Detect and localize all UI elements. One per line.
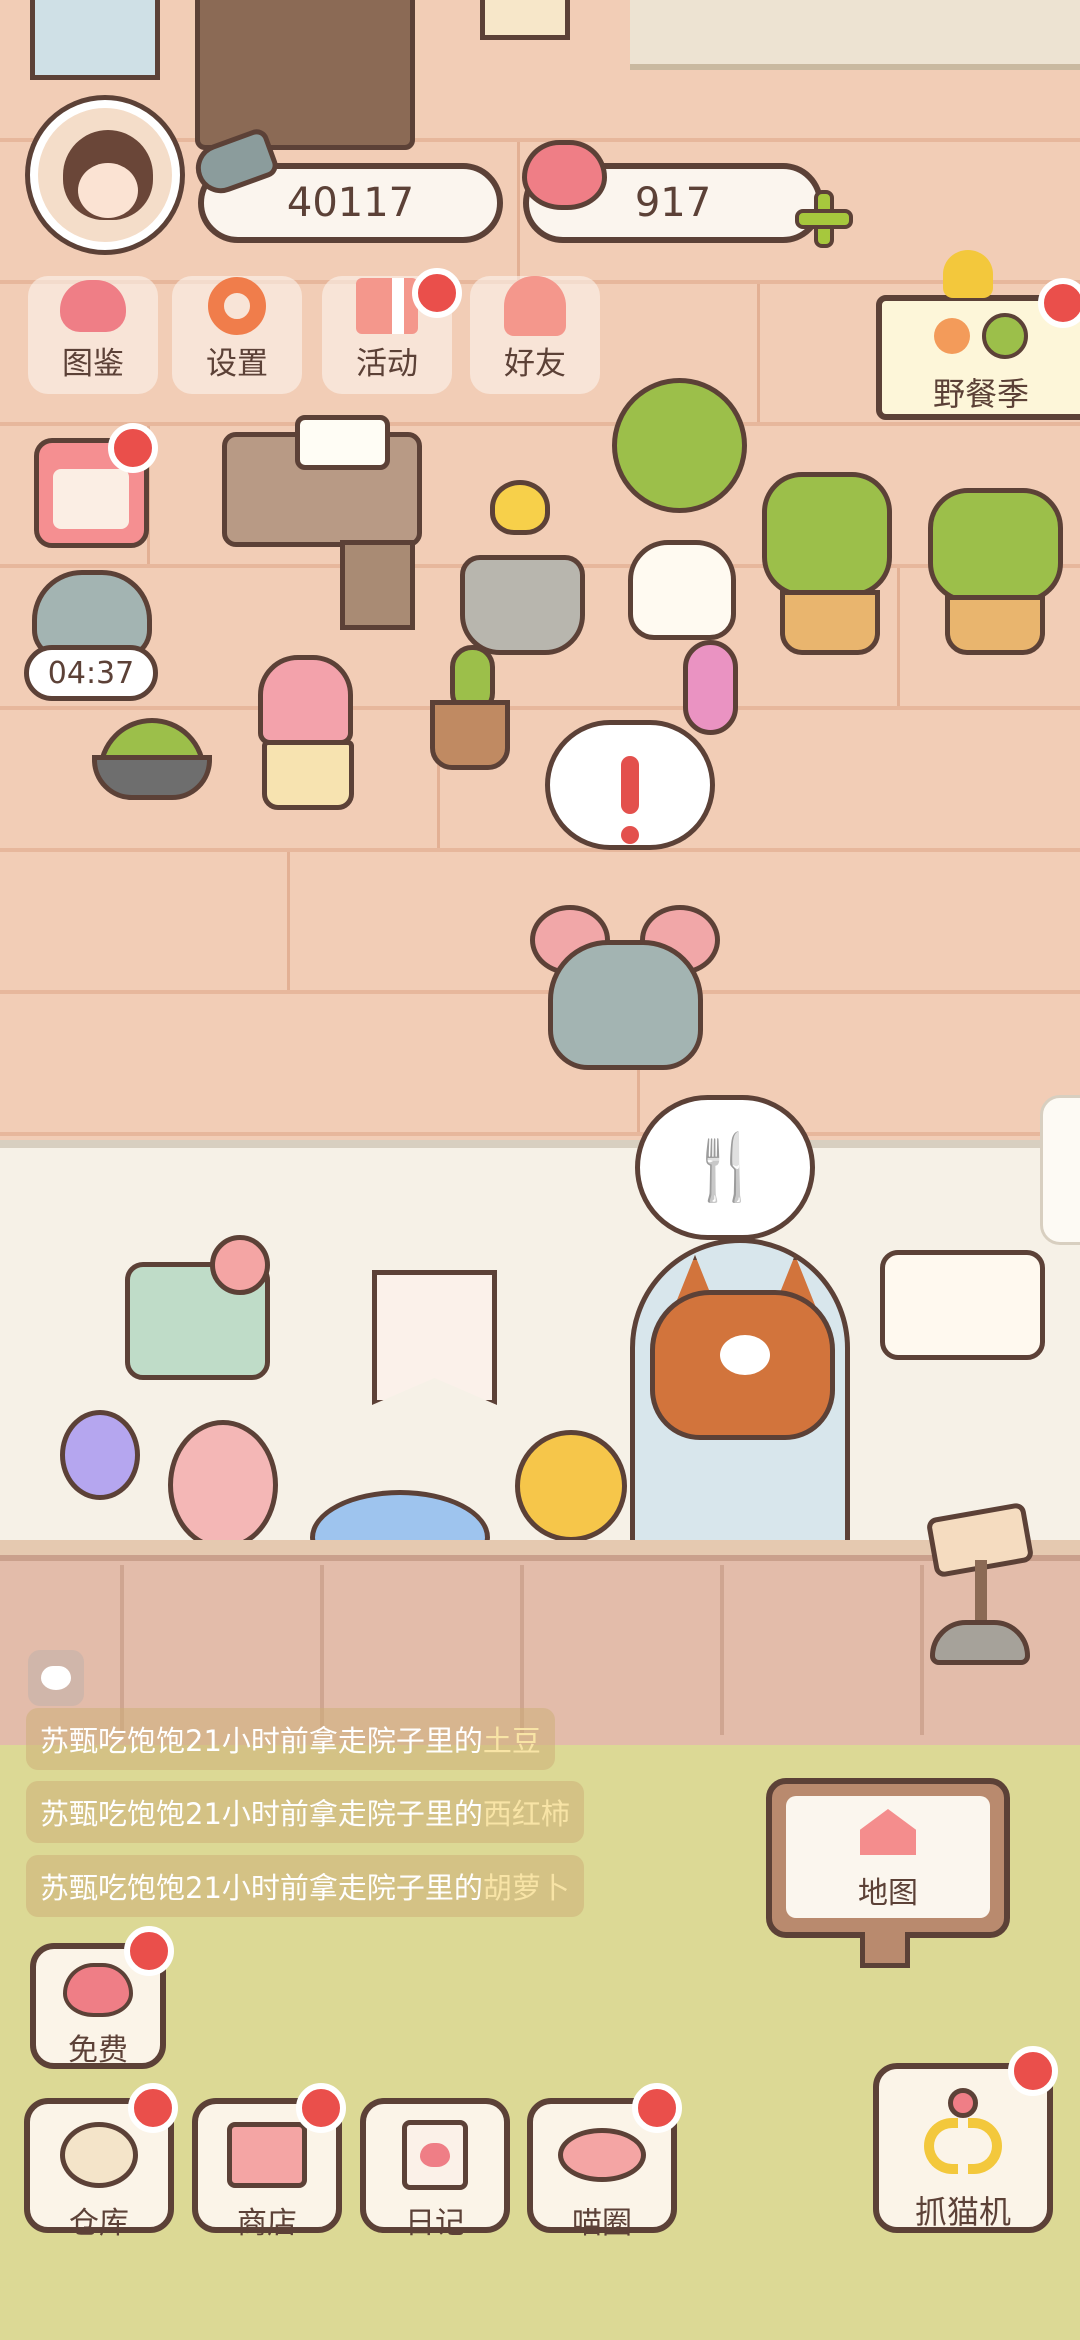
- collection-label: 图鉴: [62, 346, 124, 382]
- sunflower: [515, 1430, 627, 1542]
- violet-flowers: [60, 1410, 140, 1500]
- shop-label: 商店: [237, 2206, 297, 2241]
- claw-icon: [879, 2083, 1047, 2183]
- friends-button[interactable]: 好友: [470, 276, 600, 394]
- feed-message: 苏甄吃饱饱21小时前拿走院子里的 西红柿: [26, 1781, 584, 1843]
- feed-text: 苏甄吃饱饱21小时前拿走院子里的: [40, 1871, 483, 1905]
- friends-label: 好友: [504, 346, 566, 382]
- leaf-ornament: [943, 250, 993, 298]
- claw-badge: [1008, 2046, 1058, 2096]
- events-badge: [412, 268, 462, 318]
- heart-amount: 917: [634, 180, 712, 226]
- mouse-timer: 04:37: [24, 645, 158, 701]
- window-ledge: [630, 0, 1080, 70]
- heart-face-icon: [522, 140, 607, 210]
- clay-pot: [430, 700, 510, 770]
- feed-message: 苏甄吃饱饱21小时前拿走院子里的 土豆: [26, 1708, 555, 1770]
- hyacinth-flower: [258, 655, 353, 745]
- player-avatar[interactable]: [30, 100, 180, 250]
- feed-text: 苏甄吃饱饱21小时前拿走院子里的: [40, 1724, 483, 1758]
- cat-muzzle: [720, 1335, 770, 1375]
- fence-post: [920, 1565, 924, 1735]
- bunny-topiary: [762, 472, 892, 597]
- cat-circle-badge: [632, 2083, 682, 2133]
- house-icon: [786, 1796, 990, 1868]
- picture-frame: [480, 0, 570, 40]
- feed-item: 西红柿: [482, 1797, 570, 1831]
- storage-badge: [128, 2083, 178, 2133]
- feed-item: 土豆: [482, 1724, 541, 1758]
- side-panel-tab[interactable]: [1040, 1095, 1080, 1245]
- cat-book-icon: [55, 276, 131, 336]
- picnic-badge: [1038, 278, 1080, 328]
- settings-label: 设置: [206, 346, 268, 382]
- picnic-label: 野餐季: [932, 375, 1029, 413]
- shop-badge: [296, 2083, 346, 2133]
- map-button[interactable]: 地图: [766, 1778, 1010, 1938]
- feed-toggle-button[interactable]: [28, 1650, 84, 1706]
- pencil-icon: [53, 469, 129, 529]
- feed-message: 苏甄吃饱饱21小时前拿走院子里的 胡萝卜: [26, 1855, 584, 1917]
- feed-text: 苏甄吃饱饱21小时前拿走院子里的: [40, 1797, 483, 1831]
- pink-flower: [210, 1235, 270, 1295]
- floor-seam: [0, 852, 290, 990]
- topiary-tree: [612, 378, 747, 513]
- floor-seam: [0, 994, 640, 1132]
- free-label: 免费: [68, 2033, 128, 2068]
- events-label: 活动: [356, 346, 418, 382]
- friends-icon: [497, 276, 573, 336]
- floor-seam: [0, 710, 440, 848]
- claw-label: 抓猫机: [914, 2193, 1011, 2231]
- avatar-face: [78, 163, 138, 218]
- rock: [930, 1620, 1030, 1665]
- wicker-basket: [262, 740, 354, 810]
- gear-icon: [199, 276, 275, 336]
- white-planter: [295, 415, 390, 470]
- settings-button[interactable]: 设置: [172, 276, 302, 394]
- terracotta-pot: [945, 595, 1045, 655]
- diary-icon: [366, 2116, 504, 2194]
- wardrobe: [195, 0, 415, 150]
- free-badge: [124, 1926, 174, 1976]
- white-sack-pot: [628, 540, 736, 640]
- dark-bowl: [92, 755, 212, 800]
- timer-value: 04:37: [47, 655, 135, 691]
- food-request-bubble[interactable]: 🍴: [635, 1095, 815, 1240]
- pink-hyacinth: [683, 640, 738, 735]
- cat-circle-label: 喵圈: [572, 2206, 632, 2241]
- diary-button[interactable]: 日记: [360, 2098, 510, 2241]
- cat-topiary: [928, 488, 1063, 603]
- note-badge: [108, 423, 158, 473]
- stone-pot: [460, 555, 585, 655]
- yellow-tulip: [490, 480, 550, 535]
- fence-post: [720, 1565, 724, 1735]
- heart-icon: [41, 1666, 71, 1690]
- flower-sign: [880, 1250, 1045, 1360]
- map-label: 地图: [858, 1876, 918, 1911]
- coin-amount: 40117: [286, 180, 415, 226]
- desk-drawer: [340, 540, 415, 630]
- sign-post: [860, 1932, 910, 1968]
- exclamation-icon: [621, 756, 639, 844]
- storage-label: 仓库: [69, 2206, 129, 2241]
- plus-icon[interactable]: [795, 190, 853, 248]
- grumpy-mouse[interactable]: [548, 940, 703, 1070]
- collection-button[interactable]: 图鉴: [28, 276, 158, 394]
- alert-bubble[interactable]: [545, 720, 715, 850]
- diary-label: 日记: [405, 2206, 465, 2241]
- terracotta-pot: [780, 590, 880, 655]
- book-stack: [30, 0, 160, 80]
- pink-roses: [168, 1420, 278, 1550]
- cutlery-icon: 🍴: [685, 1131, 765, 1205]
- feed-item: 胡萝卜: [482, 1871, 570, 1905]
